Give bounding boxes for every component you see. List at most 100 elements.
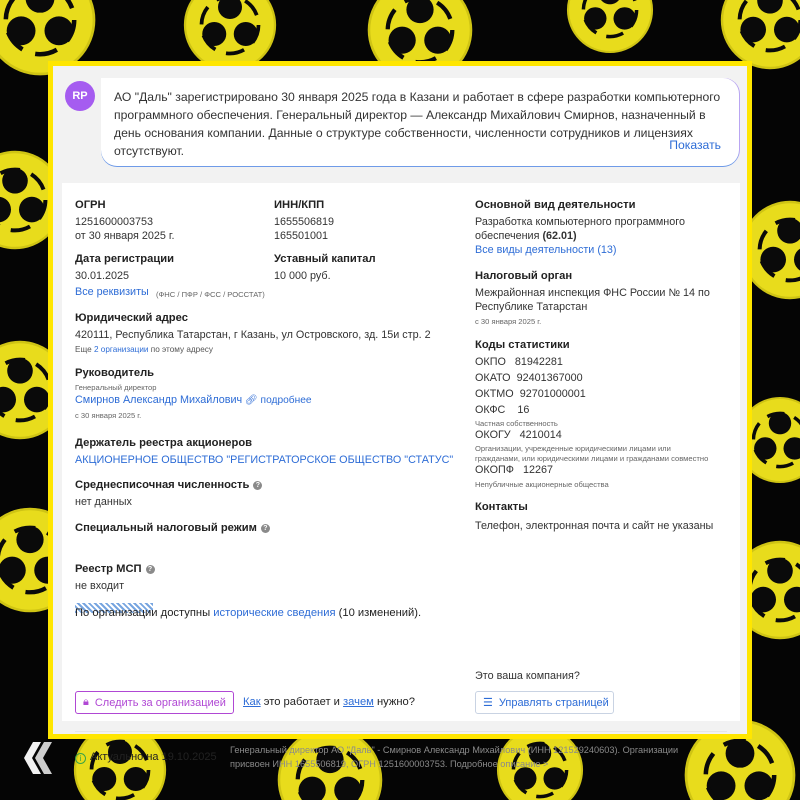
activity-line1: Разработка компьютерного программного xyxy=(475,216,685,228)
ogrn-date: от 30 января 2025 г. xyxy=(75,230,175,242)
address-orgs-link[interactable]: 2 организации xyxy=(94,345,149,354)
your-company-text: Это ваша компания? xyxy=(475,670,580,682)
activity-line2-text: обеспечения xyxy=(475,230,540,242)
address-more-suffix: по этому адресу xyxy=(150,345,213,354)
capital-label: Уставный капитал xyxy=(274,253,376,265)
okogu-note-2: гражданами, или юридическими лицами и гр… xyxy=(475,454,709,463)
kpp-value: 165501001 xyxy=(274,230,329,242)
registrar-label: Держатель реестра акционеров xyxy=(75,437,253,449)
question-icon[interactable]: ? xyxy=(145,565,155,574)
ogrn-label: ОГРН xyxy=(75,199,106,211)
okogu-key: ОКОГУ xyxy=(475,429,511,441)
question-icon[interactable]: ? xyxy=(260,524,270,533)
oktmo-value: 92701000001 xyxy=(519,388,586,400)
director-role: Генеральный директор xyxy=(75,383,157,392)
headcount-value: нет данных xyxy=(75,496,132,508)
tax-authority-line1: Межрайонная инспекция ФНС России № 14 по xyxy=(475,287,710,299)
inn-value: 1655506819 xyxy=(274,216,335,228)
director-since: с 30 января 2025 г. xyxy=(75,411,142,420)
summary-bubble: АО "Даль" зарегистрировано 30 января 202… xyxy=(101,78,739,166)
all-activities-link[interactable]: Все виды деятельности (13) xyxy=(475,244,617,256)
address-value: 420111, Республика Татарстан, г Казань, … xyxy=(75,329,431,341)
question-icon[interactable]: ? xyxy=(253,481,263,490)
okopf-value: 12267 xyxy=(522,464,553,476)
director-name-link[interactable]: Смирнов Александр Михайлович xyxy=(75,394,242,406)
contacts-label: Контакты xyxy=(475,501,528,513)
headcount-label: Среднесписочная численность? xyxy=(75,479,263,491)
history-link[interactable]: исторические сведения xyxy=(213,607,335,619)
director-details-label: подробнее xyxy=(260,395,312,406)
address-label: Юридический адрес xyxy=(75,312,188,324)
stats-oktmo: ОКТМО 92701000001 xyxy=(475,388,586,400)
okato-key: ОКАТО xyxy=(475,372,511,384)
okogu-note-1: Организации, учрежденные юридическими ли… xyxy=(475,444,671,453)
inn-label: ИНН/КПП xyxy=(274,199,325,211)
show-summary-link[interactable]: Показать xyxy=(669,136,721,154)
okato-value: 92401367000 xyxy=(516,372,583,384)
tax-authority-since: с 30 января 2025 г. xyxy=(475,317,542,326)
footer-divider xyxy=(75,731,727,732)
reg-date-value: 30.01.2025 xyxy=(75,270,130,282)
all-requisites-link[interactable]: Все реквизиты xyxy=(75,286,149,298)
okpo-key: ОКПО xyxy=(475,356,506,368)
history-suffix: (10 изменений). xyxy=(338,607,422,619)
okfs-key: ОКФС xyxy=(475,404,506,416)
track-organization-button[interactable]: 🔒︎ Следить за организацией xyxy=(75,691,234,714)
how-link[interactable]: Как xyxy=(243,696,261,708)
summary-line: день основания компании. Данные о структ… xyxy=(114,126,693,140)
actual-date-text: Актуально на 19.10.2025 xyxy=(90,751,217,763)
brand-logo xyxy=(24,742,52,774)
director-label: Руководитель xyxy=(75,367,155,379)
msp-label-text: Реестр МСП xyxy=(75,563,142,575)
activity-line2: обеспечения (62.01) xyxy=(475,230,577,242)
tax-regime-label-text: Специальный налоговый режим xyxy=(75,522,257,534)
company-panel: RP АО "Даль" зарегистрировано 30 января … xyxy=(48,61,752,769)
footer-line2[interactable]: присвоен ИНН 1655506819, ОГРН 1251600003… xyxy=(230,759,548,769)
actual-date: i Актуально на 19.10.2025 xyxy=(75,751,217,764)
manage-page-button[interactable]: ☰ Управлять страницей xyxy=(475,691,614,714)
why-end: нужно? xyxy=(377,696,416,708)
history-line: По организации доступны исторические све… xyxy=(75,607,421,619)
okopf-note: Непубличные акционерные общества xyxy=(475,480,609,489)
address-more-prefix: Еще xyxy=(75,345,92,354)
link-icon: 🔗︎ xyxy=(245,395,258,406)
director-details-link[interactable]: 🔗︎ подробнее xyxy=(245,395,312,406)
okpo-value: 81942281 xyxy=(514,356,563,368)
contacts-value: Телефон, электронная почта и сайт не ука… xyxy=(475,520,714,532)
stats-okato: ОКАТО 92401367000 xyxy=(475,372,583,384)
summary-line: АО "Даль" зарегистрировано 30 января 202… xyxy=(114,90,721,104)
tax-authority-label: Налоговый орган xyxy=(475,270,573,282)
oktmo-key: ОКТМО xyxy=(475,388,514,400)
stats-label: Коды статистики xyxy=(475,339,570,351)
summary-line: отсутствуют. xyxy=(114,144,185,158)
okopf-key: ОКОПФ xyxy=(475,464,514,476)
activity-label: Основной вид деятельности xyxy=(475,199,636,211)
ogrn-value: 1251600003753 xyxy=(75,216,154,228)
address-more: Еще 2 организации по этому адресу xyxy=(75,345,213,354)
summary-line: программного обеспечения. Генеральный ди… xyxy=(114,108,706,122)
how-it-works-line: Как это работает и зачем нужно? xyxy=(243,696,415,708)
track-button-label: Следить за организацией xyxy=(94,696,226,709)
okfs-note: Частная собственность xyxy=(475,419,558,428)
tax-authority-line2: Республике Татарстан xyxy=(475,301,588,313)
lock-icon: 🔒︎ xyxy=(83,696,89,708)
msp-label: Реестр МСП? xyxy=(75,563,155,575)
okogu-value: 4210014 xyxy=(519,429,562,441)
ai-summary: RP АО "Даль" зарегистрировано 30 января … xyxy=(62,76,739,176)
info-icon: i xyxy=(75,753,86,764)
tax-regime-label: Специальный налоговый режим? xyxy=(75,522,270,534)
msp-value: не входит xyxy=(75,580,125,592)
requisites-note: (ФНС / ПФР / ФСС / РОССТАТ) xyxy=(156,290,265,299)
why-link[interactable]: зачем xyxy=(343,696,374,708)
requisites-card: ОГРН 1251600003753 от 30 января 2025 г. … xyxy=(62,183,740,769)
how-mid: это работает и xyxy=(263,696,340,708)
activity-code: (62.01) xyxy=(542,230,577,242)
stats-okpo: ОКПО 81942281 xyxy=(475,356,563,368)
sliders-icon: ☰ xyxy=(483,697,493,709)
registrar-link[interactable]: АКЦИОНЕРНОЕ ОБЩЕСТВО "РЕГИСТРАТОРСКОЕ ОБ… xyxy=(75,454,453,466)
manage-button-label: Управлять страницей xyxy=(498,696,609,709)
history-prefix: По организации доступны xyxy=(75,607,211,619)
stats-okopf: ОКОПФ 12267 xyxy=(475,464,553,476)
headcount-label-text: Среднесписочная численность xyxy=(75,479,250,491)
stats-okfs: ОКФС 16 xyxy=(475,404,529,416)
